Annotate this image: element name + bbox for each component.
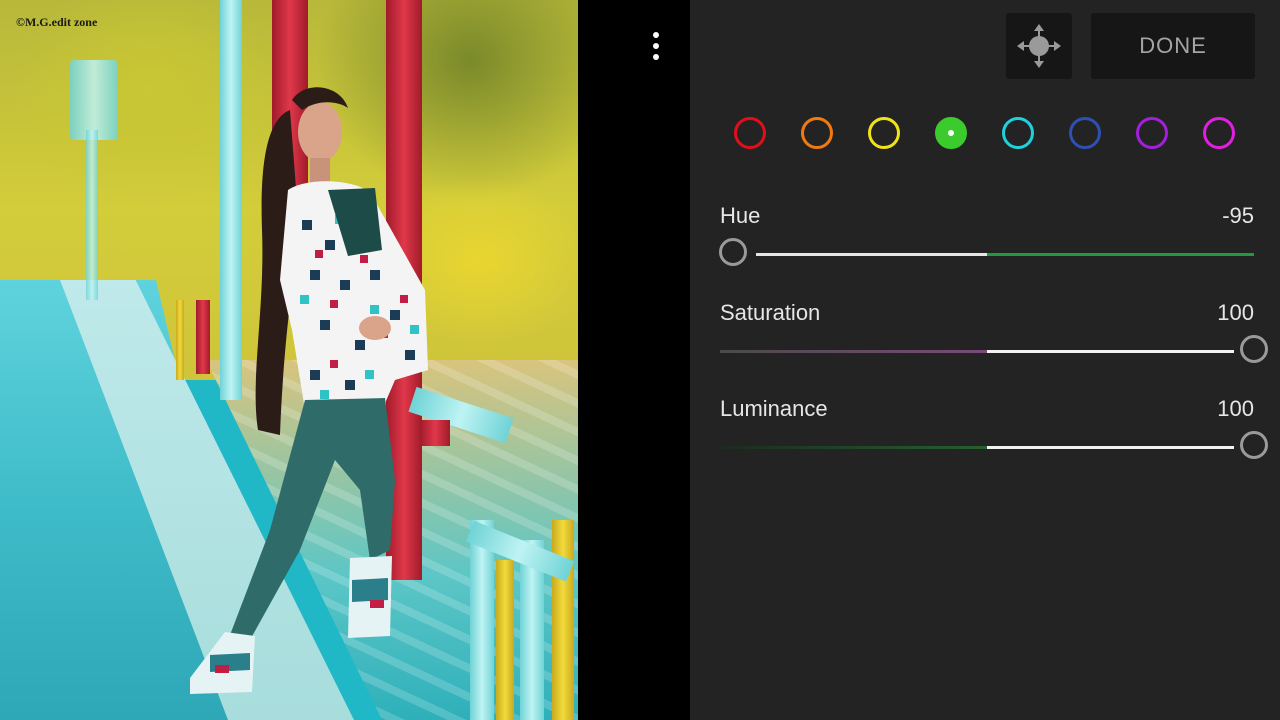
swatch-red[interactable] xyxy=(734,117,766,149)
swatch-orange[interactable] xyxy=(801,117,833,149)
slider-track-hue-1[interactable] xyxy=(987,253,1254,256)
model-figure xyxy=(190,87,428,694)
slider-thumb-hue[interactable] xyxy=(719,238,747,266)
slider-track-luminance-1[interactable] xyxy=(987,446,1234,449)
swatch-blue[interactable] xyxy=(1069,117,1101,149)
color-mix-panel xyxy=(690,0,1280,720)
side-gutter xyxy=(578,0,690,720)
slider-track-luminance-0[interactable] xyxy=(720,446,987,449)
swatch-magenta[interactable] xyxy=(1203,117,1235,149)
swatch-green[interactable] xyxy=(935,117,967,149)
swatch-aqua[interactable] xyxy=(1002,117,1034,149)
slider-value-saturation: 100 xyxy=(1217,300,1254,325)
swatch-purple[interactable] xyxy=(1136,117,1168,149)
swatch-yellow[interactable] xyxy=(868,117,900,149)
slider-value-hue: -95 xyxy=(1222,203,1254,228)
slider-track-saturation-0[interactable] xyxy=(720,350,987,353)
photo-preview: ©M.G.edit zone xyxy=(0,0,578,720)
slider-label-hue: Hue xyxy=(720,203,761,228)
done-button[interactable]: DONE xyxy=(1091,13,1255,79)
street-sign xyxy=(70,60,118,140)
slider-thumb-luminance[interactable] xyxy=(1240,431,1268,459)
more-vertical-icon[interactable] xyxy=(640,28,672,64)
slider-track-saturation-1[interactable] xyxy=(987,350,1234,353)
slider-value-luminance: 100 xyxy=(1217,396,1254,421)
slider-label-luminance: Luminance xyxy=(720,396,828,421)
watermark: ©M.G.edit zone xyxy=(16,15,98,29)
fence-yellow-2 xyxy=(552,520,574,720)
move-button[interactable] xyxy=(1006,13,1072,79)
slider-thumb-saturation[interactable] xyxy=(1240,335,1268,363)
move-arrows-icon xyxy=(1017,24,1061,68)
sign-pole xyxy=(86,130,98,300)
fence-yellow xyxy=(496,560,514,720)
slider-track-hue-0[interactable] xyxy=(756,253,987,256)
slider-label-saturation: Saturation xyxy=(720,300,821,325)
